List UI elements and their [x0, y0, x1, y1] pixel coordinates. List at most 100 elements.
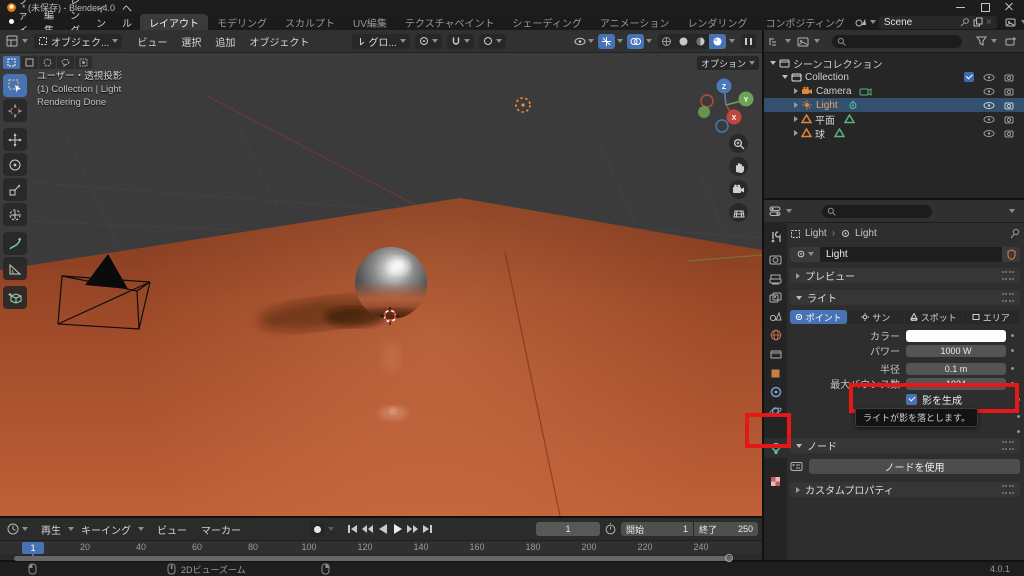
play-reverse-button[interactable] [376, 523, 389, 536]
id-name-field[interactable]: Light [820, 247, 1002, 262]
tool-move[interactable] [3, 128, 27, 151]
start-frame-field[interactable]: 開始1 [621, 522, 693, 536]
select-intersect-button[interactable] [75, 56, 92, 69]
light-type-point[interactable]: ポイント [790, 310, 847, 324]
shading-material[interactable] [692, 34, 709, 49]
use-nodes-button[interactable]: ノードを使用 [809, 459, 1020, 474]
mode-dropdown[interactable]: オブジェク... [34, 34, 122, 49]
maximize-button[interactable] [980, 2, 990, 12]
eye-icon[interactable] [983, 129, 995, 138]
custom-properties-panel-header[interactable]: カスタムプロパティ [790, 482, 1020, 497]
pin-icon[interactable] [1010, 228, 1020, 239]
menu-playback[interactable]: 再生 [34, 522, 68, 537]
tool-cursor[interactable] [3, 99, 27, 122]
render-visibility-icon[interactable] [1004, 129, 1016, 138]
light-panel-header[interactable]: ライト [790, 290, 1020, 305]
tab-object[interactable] [764, 364, 787, 382]
collection-checkbox[interactable] [964, 72, 974, 82]
tab-constraints[interactable] [764, 383, 787, 401]
snap-toggle[interactable] [447, 34, 474, 49]
tool-select-box[interactable] [3, 74, 27, 97]
zoom-button[interactable] [729, 134, 748, 153]
gizmos-toggle[interactable] [598, 34, 615, 49]
new-collection-icon[interactable] [1005, 36, 1017, 47]
navigation-gizmo[interactable]: Z Y X [695, 74, 757, 136]
light-row-selected[interactable]: Light [764, 98, 1024, 112]
shading-wireframe[interactable] [658, 34, 675, 49]
jump-to-start-button[interactable] [346, 523, 359, 536]
keyframe-dot[interactable] [1011, 349, 1014, 352]
keyframe-dot[interactable] [1011, 334, 1014, 337]
workspace-tab-rendering[interactable]: レンダリング [678, 14, 756, 31]
collection-row[interactable]: Collection [764, 70, 1024, 84]
properties-search[interactable] [822, 205, 932, 218]
options-dropdown[interactable]: オプション [697, 56, 759, 70]
tool-rotate[interactable] [3, 153, 27, 176]
outliner-search[interactable] [832, 35, 962, 48]
workspace-tab-modeling[interactable]: モデリング [208, 14, 276, 31]
breadcrumb-object[interactable]: Light [805, 228, 827, 239]
display-mode-icon[interactable] [797, 36, 810, 47]
pivot-dropdown[interactable] [415, 34, 442, 49]
camera-view-button[interactable] [729, 180, 748, 199]
properties-editor-icon[interactable] [769, 206, 782, 217]
render-visibility-icon[interactable] [1004, 87, 1016, 96]
power-field[interactable]: 1000 W [906, 345, 1006, 357]
gizmo-minus-z[interactable] [716, 120, 728, 132]
prev-keyframe-button[interactable] [361, 523, 374, 536]
overlays-toggle[interactable] [627, 34, 644, 49]
next-keyframe-button[interactable] [406, 523, 419, 536]
select-circle-button[interactable] [39, 56, 56, 69]
timeline-ruler[interactable]: 20 40 60 80 100 120 140 160 180 200 220 … [0, 541, 762, 554]
pan-hand-button[interactable] [729, 157, 748, 176]
proportional-edit-toggle[interactable] [479, 34, 506, 49]
camera-row[interactable]: Camera [764, 84, 1024, 98]
viewport-3d[interactable]: オブジェク... ビュー 選択 追加 オブジェクト グロ... [0, 30, 762, 516]
end-frame-field[interactable]: 終了250 [694, 522, 758, 536]
panel-grip[interactable] [1002, 485, 1014, 494]
gizmo-minus-x[interactable] [701, 95, 713, 107]
select-box-button[interactable] [21, 56, 38, 69]
jump-to-end-button[interactable] [421, 523, 434, 536]
pause-render-button[interactable] [741, 34, 756, 49]
light-type-sun[interactable]: サン [848, 310, 905, 324]
panel-grip[interactable] [1002, 293, 1014, 302]
shading-rendered[interactable] [709, 34, 726, 49]
select-lasso-button[interactable] [57, 56, 74, 69]
menu-keying[interactable]: キーイング [74, 522, 138, 537]
workspace-tab-compositing[interactable]: コンポジティング [756, 14, 853, 31]
render-visibility-icon[interactable] [1004, 73, 1016, 82]
outliner-editor-icon[interactable] [768, 36, 781, 47]
keyframe-dot[interactable] [1011, 367, 1014, 370]
eye-icon[interactable] [983, 87, 995, 96]
pin-icon[interactable] [960, 17, 970, 27]
orientation-dropdown[interactable]: グロ... [352, 34, 409, 49]
breadcrumb-data[interactable]: Light [855, 228, 877, 239]
light-type-spot[interactable]: スポット [905, 310, 962, 324]
scene-selector[interactable]: Scene × [879, 16, 997, 29]
scene-browse-chevron[interactable] [870, 20, 876, 24]
light-type-area[interactable]: エリア [963, 310, 1020, 324]
select-tweak-button[interactable] [3, 56, 20, 69]
menu-marker[interactable]: マーカー [194, 522, 248, 537]
workspace-tab-sculpt[interactable]: スカルプト [276, 14, 344, 31]
timeline-editor-icon[interactable] [7, 523, 20, 535]
tool-measure[interactable] [3, 257, 27, 280]
filter-icon[interactable] [976, 36, 987, 46]
color-swatch[interactable] [906, 330, 1006, 342]
plane-row[interactable]: 平面 [764, 112, 1024, 126]
tool-add-cube[interactable] [3, 286, 27, 309]
workspace-tab-layout[interactable]: レイアウト [140, 14, 208, 31]
tab-render[interactable] [764, 250, 787, 268]
keyframe-dot[interactable] [1017, 430, 1020, 433]
menu-view[interactable]: ビュー [130, 34, 174, 49]
eye-icon[interactable] [983, 73, 995, 82]
menu-view[interactable]: ビュー [150, 522, 194, 537]
radius-field[interactable]: 0.1 m [906, 363, 1006, 375]
render-visibility-icon[interactable] [1004, 101, 1016, 110]
tool-annotate[interactable] [3, 232, 27, 255]
use-preview-range-icon[interactable] [604, 523, 617, 535]
gizmo-minus-y[interactable] [698, 106, 710, 118]
tool-transform[interactable] [3, 203, 27, 226]
auto-keyframe-button[interactable] [310, 522, 325, 537]
